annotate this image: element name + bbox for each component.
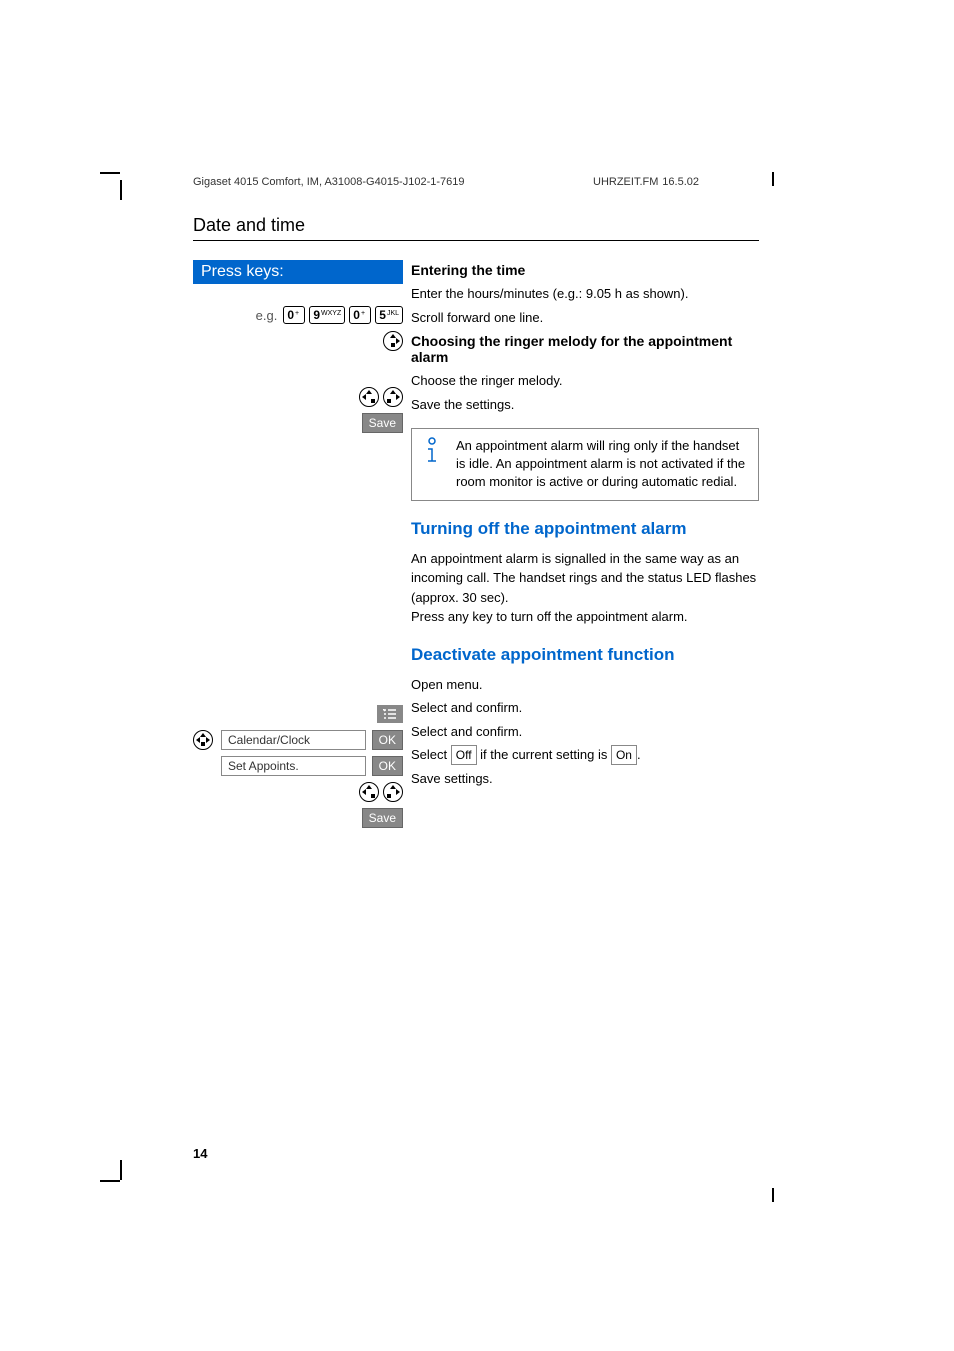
save-softkey: Save: [362, 808, 403, 828]
key-0: 0+: [283, 306, 305, 324]
key-5: 5JKL: [375, 306, 403, 324]
header-center: UHRZEIT.FM: [593, 176, 658, 188]
crop-mark: [120, 1160, 122, 1180]
note-text: An appointment alarm will ring only if t…: [456, 437, 750, 492]
off-box: Off: [451, 745, 477, 765]
heading-turning-off: Turning off the appointment alarm: [411, 519, 759, 539]
nav-key-icon: [383, 387, 403, 407]
menu-calendar-label: Calendar/Clock: [221, 730, 366, 750]
nav-key-icon: [359, 387, 379, 407]
nav-key-icon: [359, 782, 379, 802]
text-choose-ringer: Choose the ringer melody.: [411, 371, 759, 391]
content-area: Press keys: e.g. 0+ 9WXYZ 0+ 5JKL: [193, 260, 759, 833]
header-right: 16.5.02: [662, 176, 699, 188]
nav-key-icon: [193, 730, 213, 750]
text-save-settings2: Save settings.: [411, 769, 759, 789]
note-box: An appointment alarm will ring only if t…: [411, 428, 759, 501]
key-row-digits: e.g. 0+ 9WXYZ 0+ 5JKL: [193, 304, 403, 326]
heading-deactivate: Deactivate appointment function: [411, 645, 759, 665]
right-column: Entering the time Enter the hours/minute…: [403, 260, 759, 833]
text-save-settings: Save the settings.: [411, 395, 759, 415]
text-scroll-forward: Scroll forward one line.: [411, 308, 759, 328]
text-open-menu: Open menu.: [411, 675, 759, 695]
header-left: Gigaset 4015 Comfort, IM, A31008-G4015-J…: [193, 176, 465, 188]
section-title: Date and time: [193, 215, 305, 236]
ok-softkey: OK: [372, 730, 403, 750]
ok-softkey: OK: [372, 756, 403, 776]
key-row-scroll: [193, 330, 403, 352]
heading-entering-time: Entering the time: [411, 262, 759, 278]
key-row-offon: [193, 781, 403, 803]
press-keys-banner: Press keys:: [193, 260, 403, 284]
heading-choosing-ringer: Choosing the ringer melody for the appoi…: [411, 333, 759, 365]
key-row-calendar: Calendar/Clock OK: [193, 729, 403, 751]
save-softkey: Save: [362, 413, 403, 433]
menu-icon: [377, 705, 403, 723]
eg-label: e.g.: [256, 308, 278, 323]
key-row-save: Save: [193, 412, 403, 434]
section-rule: [193, 240, 759, 241]
crop-mark: [100, 1180, 120, 1182]
nav-key-icon: [383, 782, 403, 802]
crop-mark: [100, 172, 120, 174]
key-0b: 0+: [349, 306, 371, 324]
text-select-confirm-1: Select and confirm.: [411, 698, 759, 718]
text-select-off: Select Off if the current setting is On.: [411, 745, 759, 765]
crop-mark: [772, 1188, 774, 1202]
page-number: 14: [193, 1146, 207, 1161]
crop-mark: [772, 172, 774, 186]
key-9: 9WXYZ: [309, 306, 345, 324]
on-box: On: [611, 745, 637, 765]
key-row-openmenu: [193, 703, 403, 725]
text-turning-off: An appointment alarm is signalled in the…: [411, 549, 759, 627]
key-row-ringer: [193, 386, 403, 408]
menu-setappoints-label: Set Appoints.: [221, 756, 366, 776]
crop-mark: [120, 180, 122, 200]
text-select-confirm-2: Select and confirm.: [411, 722, 759, 742]
nav-key-icon: [383, 331, 403, 351]
key-row-setappoints: Set Appoints. OK: [193, 755, 403, 777]
key-row-save2: Save: [193, 807, 403, 829]
info-icon: [420, 437, 444, 492]
text-enter-hours: Enter the hours/minutes (e.g.: 9.05 h as…: [411, 284, 759, 304]
left-column: Press keys: e.g. 0+ 9WXYZ 0+ 5JKL: [193, 260, 403, 833]
